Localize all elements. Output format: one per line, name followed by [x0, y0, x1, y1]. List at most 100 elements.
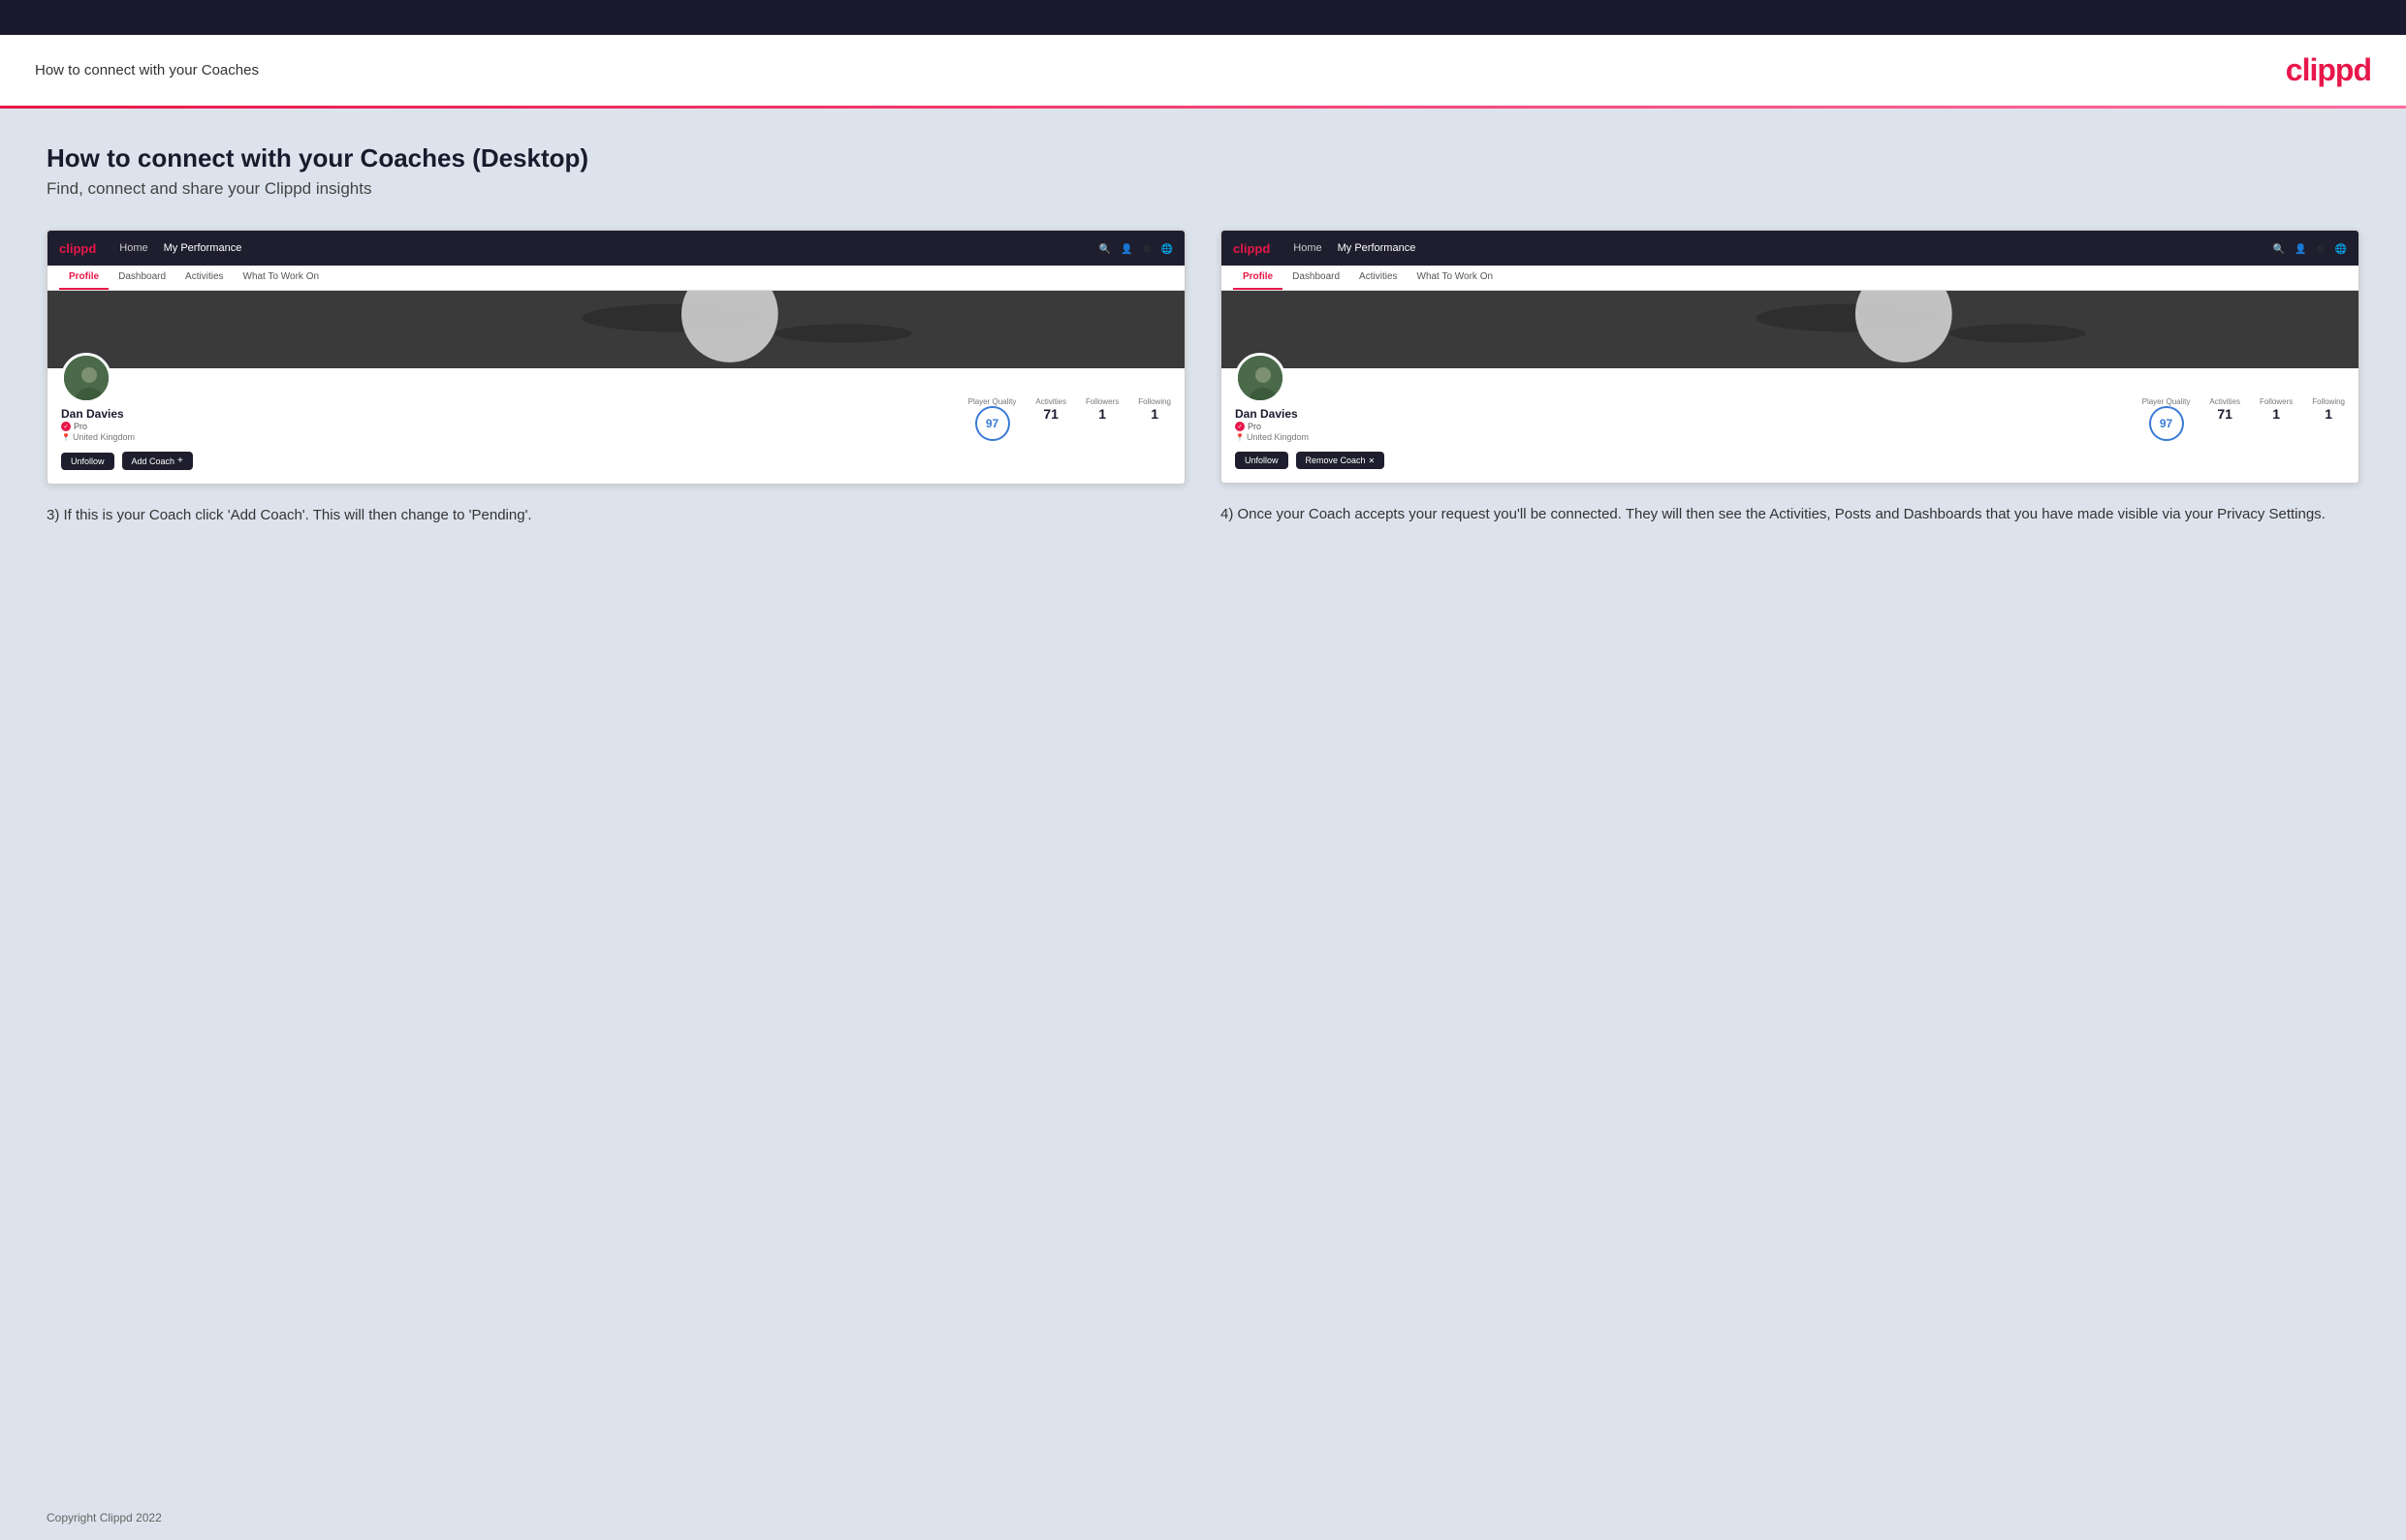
- location-icon-right: [1235, 432, 1245, 442]
- stat-following-right: Following 1: [2312, 397, 2345, 422]
- page-header: How to connect with your Coaches clippd: [0, 35, 2406, 106]
- profile-banner-right: [1221, 291, 2359, 368]
- stat-fol-label-right: Followers: [2260, 397, 2293, 406]
- app-navbar-left: clippd Home My Performance: [47, 231, 1185, 266]
- profile-buttons-right: Unfollow Remove Coach: [1235, 452, 2345, 469]
- caption-right: 4) Once your Coach accepts your request …: [1220, 503, 2359, 526]
- settings-icon-left[interactable]: [1143, 239, 1152, 257]
- nav-home-left[interactable]: Home: [119, 242, 147, 254]
- page-subheading: Find, connect and share your Clippd insi…: [47, 179, 2359, 199]
- user-icon-right[interactable]: [2295, 239, 2306, 257]
- left-column: clippd Home My Performance Profile Dashb…: [47, 230, 1186, 527]
- stat-activities-left: Activities 71: [1035, 397, 1066, 422]
- screenshots-row: clippd Home My Performance Profile Dashb…: [47, 230, 2359, 527]
- profile-banner-left: [47, 291, 1185, 368]
- stat-fing-value-left: 1: [1138, 406, 1171, 422]
- pq-circle-left: 97: [975, 406, 1010, 441]
- search-icon-right[interactable]: [2273, 239, 2285, 257]
- stat-fing-label-left: Following: [1138, 397, 1171, 406]
- stat-act-value-right: 71: [2209, 406, 2240, 422]
- stat-fol-value-right: 1: [2260, 406, 2293, 422]
- x-icon-right: [1369, 456, 1376, 465]
- tab-profile-left[interactable]: Profile: [59, 266, 109, 290]
- pq-circle-right: 97: [2149, 406, 2184, 441]
- location-text-left: United Kingdom: [73, 432, 135, 442]
- location-text-right: United Kingdom: [1247, 432, 1309, 442]
- app-tabs-right: Profile Dashboard Activities What To Wor…: [1221, 266, 2359, 291]
- stat-pq-label-right: Player Quality: [2142, 397, 2191, 406]
- stat-followers-left: Followers 1: [1086, 397, 1119, 422]
- unfollow-button-right[interactable]: Unfollow: [1235, 452, 1288, 469]
- profile-name-right: Dan Davies: [1235, 407, 1309, 421]
- profile-info-right: Dan Davies ✓ Pro United Kingdom: [1235, 407, 2345, 442]
- caption-left: 3) If this is your Coach click 'Add Coac…: [47, 504, 1186, 527]
- tab-dashboard-left[interactable]: Dashboard: [109, 266, 175, 290]
- app-tabs-left: Profile Dashboard Activities What To Wor…: [47, 266, 1185, 291]
- badge-label-left: Pro: [74, 422, 87, 431]
- stat-player-quality-left: Player Quality 97: [968, 397, 1017, 441]
- banner-image-right: [1221, 291, 2359, 368]
- tab-what-to-work-on-left[interactable]: What To Work On: [234, 266, 330, 290]
- tab-activities-left[interactable]: Activities: [175, 266, 233, 290]
- profile-section-right: Dan Davies ✓ Pro United Kingdom: [1221, 368, 2359, 483]
- nav-my-performance-right[interactable]: My Performance: [1338, 242, 1416, 254]
- profile-section-left: Dan Davies ✓ Pro United Kingdom: [47, 368, 1185, 484]
- verified-icon-left: ✓: [61, 422, 71, 431]
- globe-icon-left[interactable]: [1161, 239, 1173, 257]
- main-content: How to connect with your Coaches (Deskto…: [0, 109, 2406, 1495]
- verified-icon-right: ✓: [1235, 422, 1245, 431]
- clippd-logo: clippd: [2286, 52, 2371, 88]
- profile-info-left: Dan Davies ✓ Pro United Kingdom: [61, 407, 1171, 442]
- tab-activities-right[interactable]: Activities: [1349, 266, 1407, 290]
- stat-act-label-right: Activities: [2209, 397, 2240, 406]
- stat-fol-label-left: Followers: [1086, 397, 1119, 406]
- tab-dashboard-right[interactable]: Dashboard: [1282, 266, 1349, 290]
- profile-details-right: Dan Davies ✓ Pro United Kingdom: [1235, 407, 1309, 442]
- profile-badge-left: ✓ Pro: [61, 422, 135, 431]
- profile-name-left: Dan Davies: [61, 407, 135, 421]
- stat-activities-right: Activities 71: [2209, 397, 2240, 422]
- profile-details-left: Dan Davies ✓ Pro United Kingdom: [61, 407, 135, 442]
- profile-buttons-left: Unfollow Add Coach: [61, 452, 1171, 470]
- stat-fing-label-right: Following: [2312, 397, 2345, 406]
- location-icon-left: [61, 432, 71, 442]
- screenshot-left-frame: clippd Home My Performance Profile Dashb…: [47, 230, 1186, 485]
- settings-icon-right[interactable]: [2317, 239, 2326, 257]
- stat-followers-right: Followers 1: [2260, 397, 2293, 422]
- top-decorative-bar: [0, 0, 2406, 35]
- page-header-title: How to connect with your Coaches: [35, 62, 259, 79]
- remove-coach-button-right[interactable]: Remove Coach: [1296, 452, 1385, 469]
- globe-icon-right[interactable]: [2335, 239, 2347, 257]
- profile-stats-left: Player Quality 97 Activities 71 Follower…: [968, 397, 1171, 441]
- profile-location-left: United Kingdom: [61, 432, 135, 442]
- stat-pq-label-left: Player Quality: [968, 397, 1017, 406]
- plus-icon-left: [177, 456, 183, 466]
- stat-act-label-left: Activities: [1035, 397, 1066, 406]
- user-icon-left[interactable]: [1121, 239, 1132, 257]
- profile-location-right: United Kingdom: [1235, 432, 1309, 442]
- avatar-right: [1235, 353, 1285, 403]
- page-heading: How to connect with your Coaches (Deskto…: [47, 143, 2359, 173]
- nav-icons-left: [1099, 239, 1173, 257]
- stat-following-left: Following 1: [1138, 397, 1171, 422]
- app-logo-left: clippd: [59, 241, 96, 256]
- profile-badge-right: ✓ Pro: [1235, 422, 1309, 431]
- add-coach-button-left[interactable]: Add Coach: [122, 452, 193, 470]
- badge-label-right: Pro: [1248, 422, 1261, 431]
- nav-my-performance-left[interactable]: My Performance: [164, 242, 242, 254]
- app-navbar-right: clippd Home My Performance: [1221, 231, 2359, 266]
- stat-fol-value-left: 1: [1086, 406, 1119, 422]
- copyright-text: Copyright Clippd 2022: [47, 1511, 162, 1524]
- profile-stats-right: Player Quality 97 Activities 71 Follower…: [2142, 397, 2345, 441]
- unfollow-button-left[interactable]: Unfollow: [61, 453, 114, 470]
- avatar-left: [61, 353, 111, 403]
- nav-home-right[interactable]: Home: [1293, 242, 1321, 254]
- banner-image-left: [47, 291, 1185, 368]
- stat-player-quality-right: Player Quality 97: [2142, 397, 2191, 441]
- nav-icons-right: [2273, 239, 2347, 257]
- tab-profile-right[interactable]: Profile: [1233, 266, 1282, 290]
- search-icon-left[interactable]: [1099, 239, 1111, 257]
- right-column: clippd Home My Performance Profile Dashb…: [1220, 230, 2359, 527]
- app-logo-right: clippd: [1233, 241, 1270, 256]
- tab-what-to-work-on-right[interactable]: What To Work On: [1408, 266, 1504, 290]
